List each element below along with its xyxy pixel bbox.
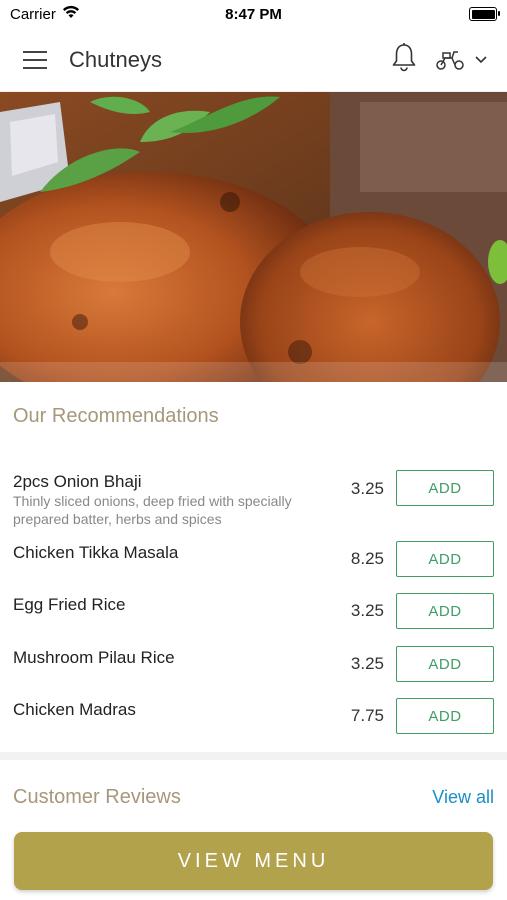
item-description: Thinly sliced onions, deep fried with sp…	[13, 493, 292, 527]
add-button[interactable]: ADD	[396, 470, 494, 506]
item-name: 2pcs Onion Bhaji	[13, 472, 142, 491]
menu-icon[interactable]	[23, 50, 47, 69]
item-name: Chicken Tikka Masala	[13, 543, 179, 562]
hero-food-image	[0, 92, 507, 382]
status-bar: Carrier 8:47 PM	[0, 0, 507, 28]
chevron-down-icon	[475, 55, 487, 63]
item-name: Mushroom Pilau Rice	[13, 648, 175, 667]
add-button[interactable]: ADD	[396, 541, 494, 577]
item-price: 3.25	[350, 601, 384, 620]
view-all-link[interactable]: View all	[432, 787, 494, 808]
item-price: 3.25	[350, 654, 384, 673]
item-name: Egg Fried Rice	[13, 595, 126, 614]
delivery-scooter-icon[interactable]	[435, 48, 487, 72]
bell-icon[interactable]	[391, 42, 417, 77]
item-price: 7.75	[350, 706, 384, 725]
battery-icon	[469, 7, 500, 21]
item-name: Chicken Madras	[13, 700, 136, 719]
page-title: Chutneys	[69, 46, 162, 72]
view-menu-button[interactable]: VIEW MENU	[14, 832, 493, 890]
reviews-heading: Customer Reviews	[13, 786, 181, 808]
item-price: 3.25	[350, 479, 384, 498]
app-header: Chutneys	[0, 28, 507, 92]
add-button[interactable]: ADD	[396, 646, 494, 682]
item-price: 8.25	[350, 549, 384, 568]
add-button[interactable]: ADD	[396, 593, 494, 629]
add-button[interactable]: ADD	[396, 698, 494, 734]
status-time: 8:47 PM	[225, 5, 282, 23]
recommendations-heading: Our Recommendations	[13, 405, 219, 427]
section-divider	[0, 752, 507, 760]
